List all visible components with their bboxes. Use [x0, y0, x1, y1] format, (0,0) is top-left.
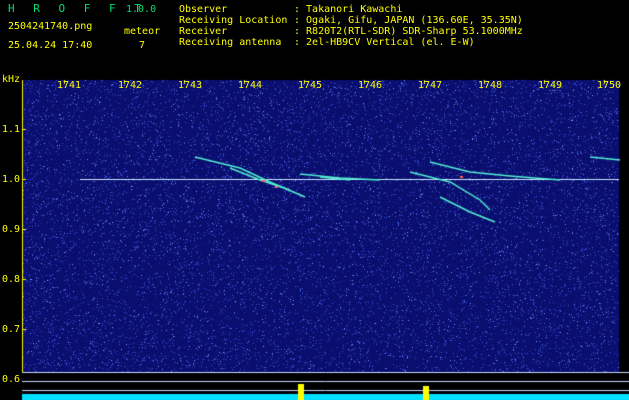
observer-label: Observer: [179, 4, 228, 15]
y-tick: 1.1: [2, 124, 21, 135]
unit-label: kHz: [2, 74, 21, 85]
date-time: 25.04.24 17:40: [8, 40, 93, 51]
y-tick: 0.7: [2, 324, 21, 335]
x-tick: 1741: [57, 80, 82, 91]
y-tick: 0.9: [2, 224, 21, 235]
location-label: Receiving Location: [179, 15, 288, 26]
receiver-label: Receiver: [179, 26, 228, 37]
receiver-value: : R820T2(RTL-SDR) SDR-Sharp 53.1000MHz: [294, 26, 523, 37]
x-tick: 1743: [178, 80, 203, 91]
meteor-label: meteor: [124, 26, 161, 37]
app-version: 1.0.0: [126, 4, 157, 15]
x-tick: 1742: [118, 80, 143, 91]
x-tick: 1745: [298, 80, 323, 91]
antenna-label: Receiving antenna: [179, 37, 282, 48]
x-tick: 1750: [597, 80, 622, 91]
x-tick: 1748: [478, 80, 503, 91]
y-tick: 0.8: [2, 274, 21, 285]
spectrogram-canvas: [0, 72, 629, 400]
x-tick: 1747: [418, 80, 443, 91]
y-tick: 1.0: [2, 174, 21, 185]
location-value: : Ogaki, Gifu, JAPAN (136.60E, 35.35N): [294, 15, 523, 26]
observer-value: : Takanori Kawachi: [294, 4, 403, 15]
x-tick: 1749: [538, 80, 563, 91]
x-tick: 1744: [238, 80, 263, 91]
meteor-count: 7: [139, 40, 146, 51]
x-tick: 1746: [358, 80, 383, 91]
header-panel: H R O F F T 1.0.0 2504241740.png meteor …: [0, 0, 629, 72]
file-name: 2504241740.png: [8, 21, 93, 32]
antenna-value: : 2el-HB9CV Vertical (el. E-W): [294, 37, 475, 48]
y-tick: 0.6: [2, 374, 21, 385]
